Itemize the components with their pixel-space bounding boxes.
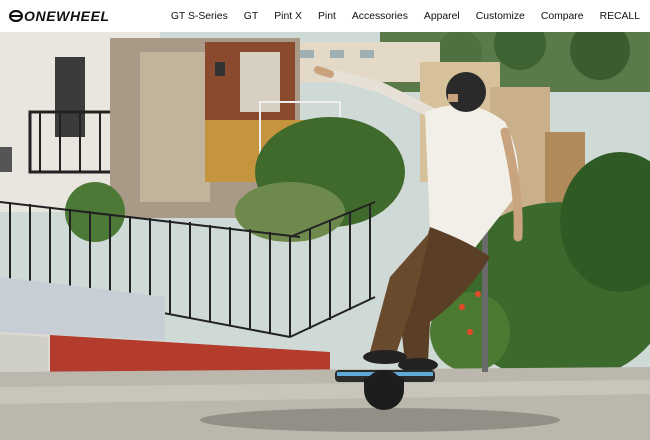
nav-item-pint[interactable]: Pint xyxy=(318,11,336,22)
main-nav: GT S-Series GT Pint X Pint Accessories A… xyxy=(155,0,640,32)
nav-item-pint-x[interactable]: Pint X xyxy=(274,11,302,22)
nav-item-compare[interactable]: Compare xyxy=(541,11,584,22)
onewheel-logo-icon xyxy=(9,10,23,22)
hero-photo-illustration xyxy=(0,32,650,440)
nav-item-recall[interactable]: RECALL xyxy=(600,11,640,22)
logo-wordmark: ONEWHEEL xyxy=(24,8,110,24)
nav-item-gt-s-series[interactable]: GT S-Series xyxy=(171,11,228,22)
nav-item-customize[interactable]: Customize xyxy=(476,11,525,22)
nav-item-accessories[interactable]: Accessories xyxy=(352,11,408,22)
site-header: ONEWHEEL GT S-Series GT Pint X Pint Acce… xyxy=(0,0,650,32)
nav-item-apparel[interactable]: Apparel xyxy=(424,11,460,22)
nav-item-gt[interactable]: GT xyxy=(244,11,258,22)
brand-logo[interactable]: ONEWHEEL xyxy=(9,8,110,24)
hero-image xyxy=(0,32,650,440)
